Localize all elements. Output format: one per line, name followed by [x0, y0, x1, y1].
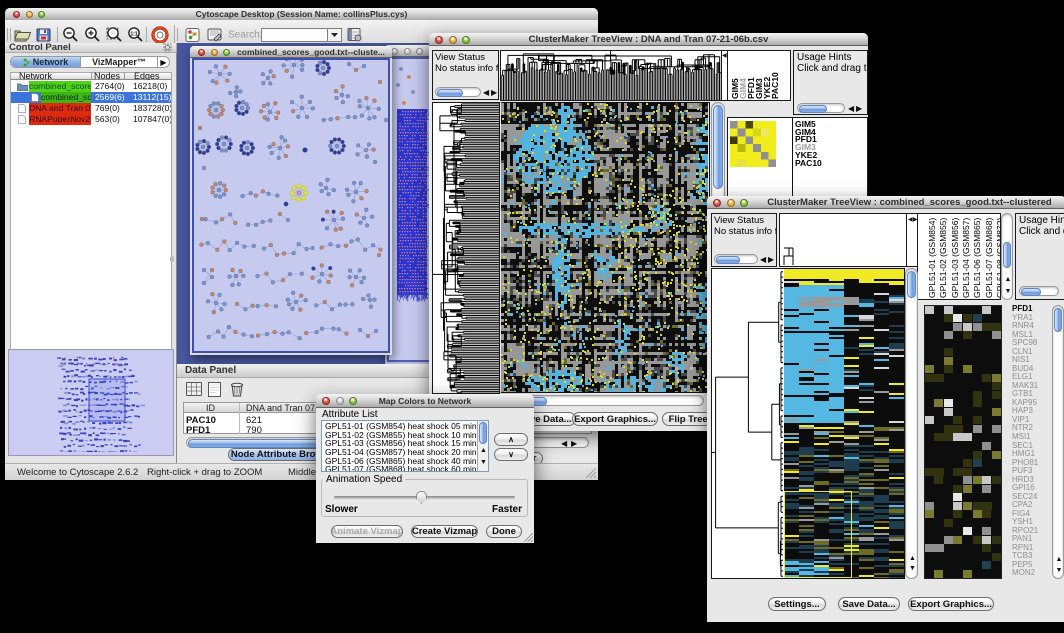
svg-text:1:1: 1:1	[130, 32, 137, 38]
svg-text:Search:: Search:	[228, 30, 262, 41]
